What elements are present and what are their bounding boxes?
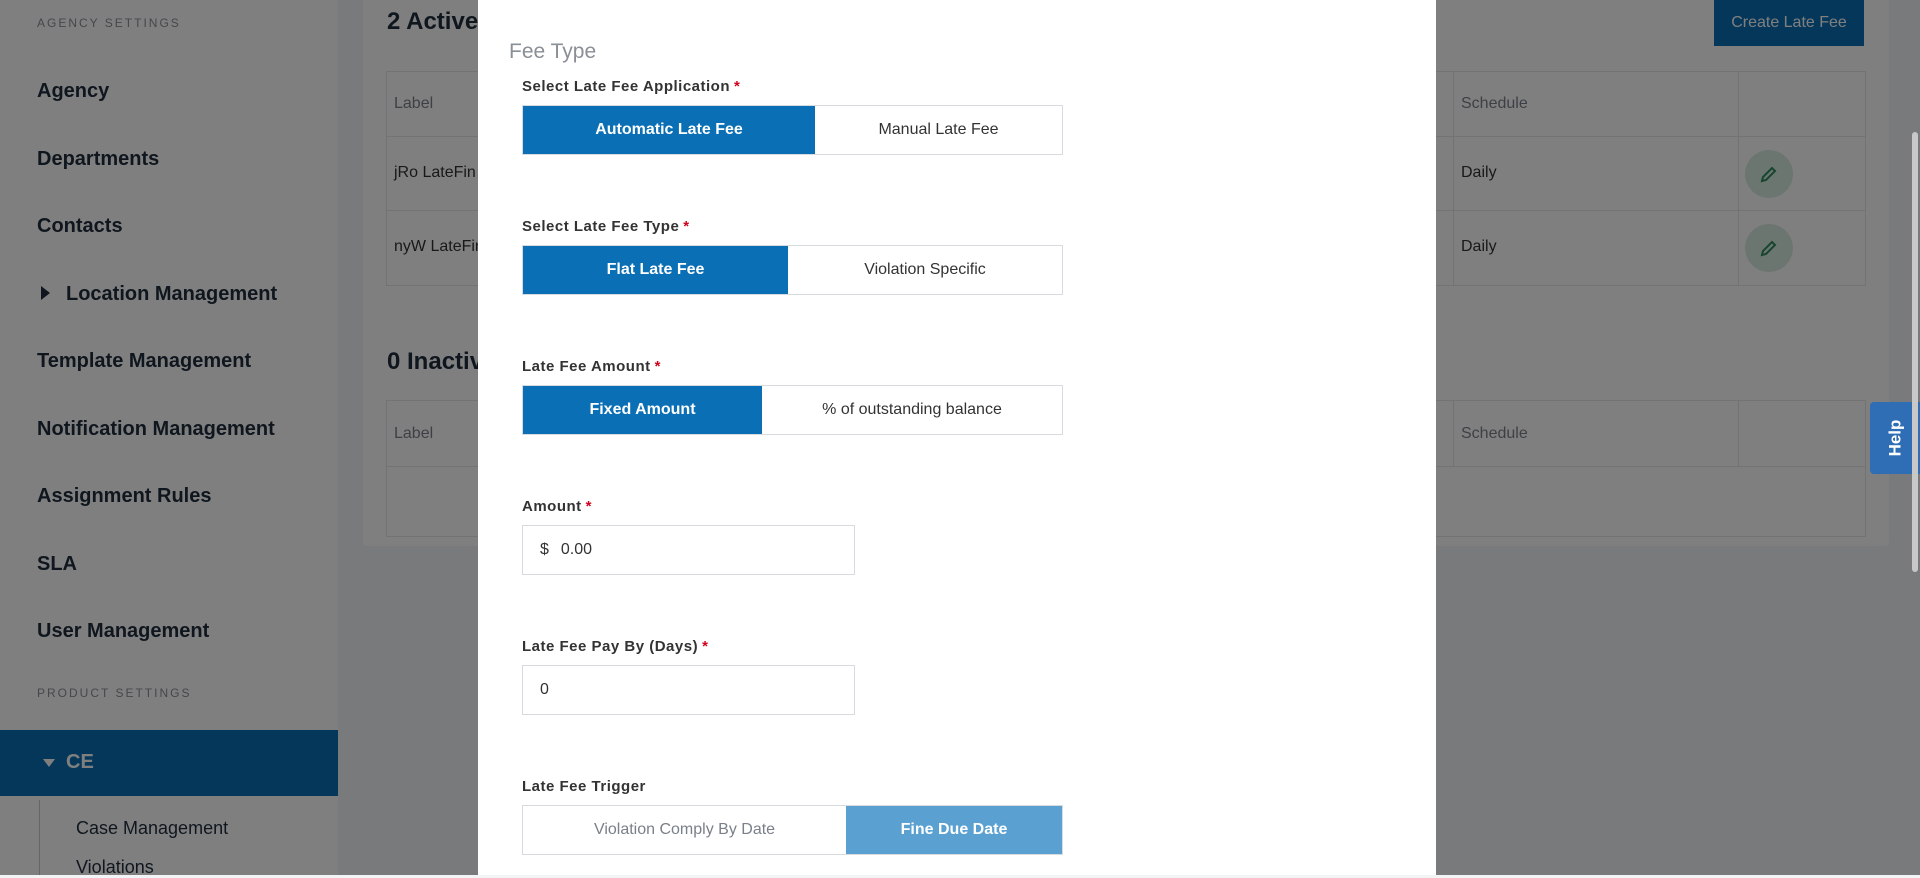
trigger-label: Late Fee Trigger <box>522 778 646 795</box>
page-scrollbar[interactable] <box>1912 132 1918 572</box>
amount-value: 0.00 <box>560 541 593 558</box>
required-marker: * <box>702 638 709 655</box>
field-label: Select Late Fee Application <box>522 78 730 95</box>
fine-due-date-option[interactable]: Fine Due Date <box>846 806 1062 854</box>
pay-by-label: Late Fee Pay By (Days) * <box>522 638 708 655</box>
type-label: Select Late Fee Type * <box>522 218 690 235</box>
amount-type-toggle: Fixed Amount % of outstanding balance <box>522 385 1063 435</box>
field-label: Select Late Fee Type <box>522 218 680 235</box>
field-label: Amount <box>522 498 582 515</box>
amount-input[interactable]: $ 0.00 <box>522 525 855 575</box>
currency-prefix: $ <box>540 541 549 558</box>
required-marker: * <box>734 78 741 95</box>
application-toggle: Automatic Late Fee Manual Late Fee <box>522 105 1063 155</box>
fee-type-section-title: Fee Type <box>509 40 597 63</box>
late-fee-modal: Fee Type Select Late Fee Application * Au… <box>478 0 1436 875</box>
application-label: Select Late Fee Application * <box>522 78 740 95</box>
pay-by-value: 0 <box>540 681 549 698</box>
required-marker: * <box>683 218 690 235</box>
amount-label: Amount * <box>522 498 592 515</box>
field-label: Late Fee Pay By (Days) <box>522 638 699 655</box>
required-marker: * <box>654 358 661 375</box>
violation-comply-by-date-option[interactable]: Violation Comply By Date <box>523 806 846 854</box>
flat-late-fee-option[interactable]: Flat Late Fee <box>523 246 788 294</box>
violation-specific-option[interactable]: Violation Specific <box>788 246 1062 294</box>
field-label: Late Fee Amount <box>522 358 651 375</box>
fixed-amount-option[interactable]: Fixed Amount <box>523 386 762 434</box>
automatic-late-fee-option[interactable]: Automatic Late Fee <box>523 106 815 154</box>
pay-by-days-input[interactable]: 0 <box>522 665 855 715</box>
type-toggle: Flat Late Fee Violation Specific <box>522 245 1063 295</box>
amount-type-label: Late Fee Amount * <box>522 358 661 375</box>
percent-balance-option[interactable]: % of outstanding balance <box>762 386 1062 434</box>
manual-late-fee-option[interactable]: Manual Late Fee <box>815 106 1062 154</box>
required-marker: * <box>585 498 592 515</box>
trigger-toggle: Violation Comply By Date Fine Due Date <box>522 805 1063 855</box>
help-label: Help <box>1885 419 1904 457</box>
